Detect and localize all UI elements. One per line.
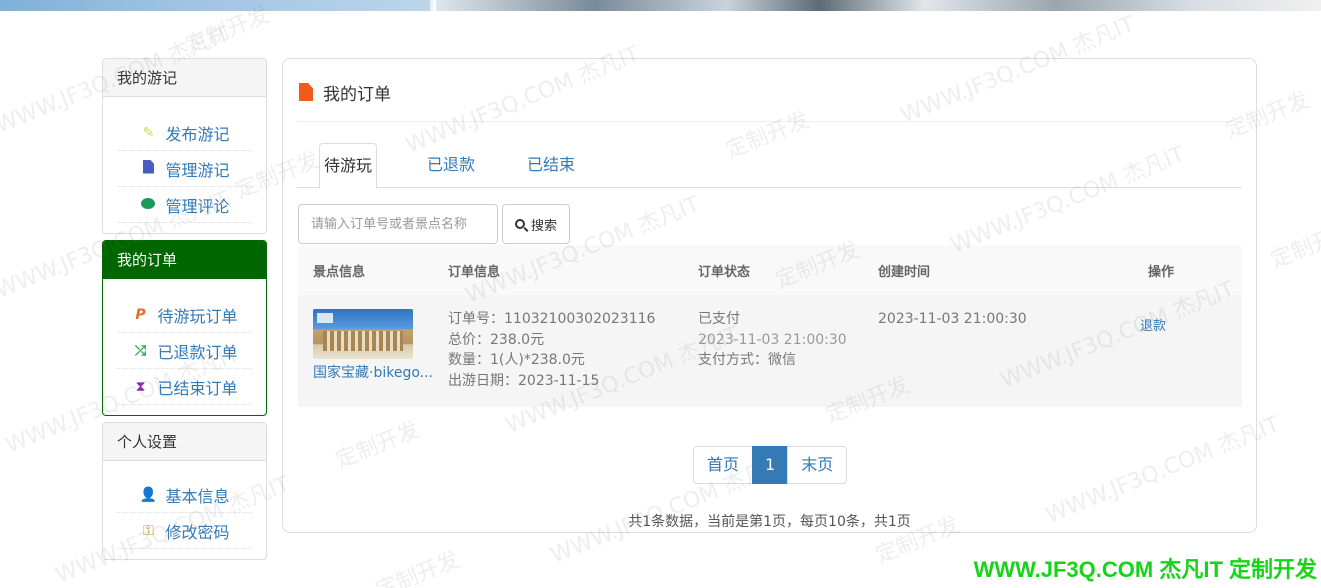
search-input[interactable] <box>298 204 498 244</box>
sidebar-item-change-password[interactable]: ⚿ 修改密码 <box>117 513 252 549</box>
watermark: 定制开发 <box>372 547 464 588</box>
comment-icon <box>139 197 157 213</box>
sidebar-item-label: 发布游记 <box>165 124 230 144</box>
sidebar-item-label: 基本信息 <box>165 486 230 506</box>
spot-cell: 国家宝藏·bikego... <box>298 295 448 407</box>
order-status: 已支付 <box>698 311 740 327</box>
top-banner-strip <box>0 0 1321 11</box>
edit-icon: ✎ <box>142 124 155 141</box>
column-header: 景点信息 <box>313 264 366 280</box>
paid-time: 2023-11-03 21:00:30 <box>698 331 847 348</box>
sidebar: 我的游记 ✎ 发布游记 管理游记 管理评论 我的订单 P 待游玩订单 ⤮ 已退款… <box>102 58 267 566</box>
current-page-button[interactable]: 1 <box>752 446 789 484</box>
paypal-icon: P <box>135 306 146 323</box>
first-page-button[interactable]: 首页 <box>693 446 754 484</box>
column-header: 操作 <box>1148 264 1175 280</box>
search-bar: 搜索 <box>298 204 571 244</box>
order-status-cell: 已支付 2023-11-03 21:00:30 支付方式：微信 <box>698 295 878 407</box>
sidebar-item-label: 已结束订单 <box>157 378 238 398</box>
column-header: 订单状态 <box>698 264 751 280</box>
order-info-cell: 订单号：11032100302023116 总价：238.0元 数量：1(人)*… <box>448 295 698 407</box>
document-icon <box>299 83 313 101</box>
order-total: 总价：238.0元 <box>448 331 545 348</box>
column-header: 创建时间 <box>878 264 931 280</box>
last-page-button[interactable]: 末页 <box>787 446 848 484</box>
key-icon: ⚿ <box>143 522 154 539</box>
table-row: 国家宝藏·bikego... 订单号：11032100302023116 总价：… <box>298 295 1242 407</box>
orders-table: 景点信息 订单信息 订单状态 创建时间 操作 国家宝藏·bikego... 订单… <box>298 245 1242 407</box>
table-header: 景点信息 订单信息 订单状态 创建时间 操作 <box>298 245 1242 295</box>
page-title: 我的订单 <box>299 79 391 105</box>
column-header: 订单信息 <box>448 264 501 280</box>
created-time: 2023-11-03 21:00:30 <box>878 311 1027 327</box>
pagination: 首页 1 末页 <box>693 446 848 484</box>
sidebar-item-finished-orders[interactable]: ⧗ 已结束订单 <box>117 369 252 405</box>
sidebar-item-label: 管理游记 <box>165 160 230 180</box>
document-icon <box>139 159 157 178</box>
divider <box>297 121 1242 122</box>
user-icon: 👤 <box>139 486 158 503</box>
tab-refunded[interactable]: 已退款 <box>403 143 499 188</box>
search-icon <box>515 219 525 229</box>
watermark: 定制开发 <box>1267 217 1321 274</box>
sidebar-item-manage-comments[interactable]: 管理评论 <box>117 187 252 223</box>
refund-link[interactable]: 退款 <box>1130 319 1166 334</box>
order-quantity: 数量：1(人)*238.0元 <box>448 352 585 368</box>
sidebar-item-label: 修改密码 <box>165 522 230 542</box>
sidebar-item-label: 管理评论 <box>165 196 230 216</box>
sidebar-section-title: 我的游记 <box>103 59 266 97</box>
sidebar-section-travelogue: 我的游记 ✎ 发布游记 管理游记 管理评论 <box>102 58 267 234</box>
thumbnail-badge <box>317 313 333 323</box>
action-cell: 退款 <box>1130 295 1242 407</box>
sidebar-item-refunded-orders[interactable]: ⤮ 已退款订单 <box>117 333 252 369</box>
search-button-label: 搜索 <box>531 218 558 234</box>
sidebar-item-label: 待游玩订单 <box>157 306 238 326</box>
spot-thumbnail[interactable] <box>313 309 413 359</box>
sidebar-item-manage-travelogue[interactable]: 管理游记 <box>117 151 252 187</box>
banner-sky <box>0 0 430 11</box>
sidebar-item-label: 已退款订单 <box>157 342 238 362</box>
pagination-summary: 共1条数据，当前是第1页，每页10条，共1页 <box>628 514 911 530</box>
sidebar-section-settings: 个人设置 👤 基本信息 ⚿ 修改密码 <box>102 422 267 560</box>
order-tabs: 待游玩 已退款 已结束 <box>297 143 1242 189</box>
shuffle-icon: ⤮ <box>134 342 147 359</box>
tab-finished[interactable]: 已结束 <box>503 143 599 188</box>
sidebar-section-orders: 我的订单 P 待游玩订单 ⤮ 已退款订单 ⧗ 已结束订单 <box>102 240 267 416</box>
sidebar-item-pending-orders[interactable]: P 待游玩订单 <box>117 297 252 333</box>
pay-method: 支付方式：微信 <box>698 352 796 368</box>
thumbnail-building <box>323 331 403 351</box>
sidebar-item-publish[interactable]: ✎ 发布游记 <box>117 115 252 151</box>
spot-name-link[interactable]: 国家宝藏·bikego... <box>313 362 438 382</box>
tab-pending[interactable]: 待游玩 <box>319 143 378 189</box>
page-title-text: 我的订单 <box>323 84 391 105</box>
search-button[interactable]: 搜索 <box>502 204 571 244</box>
brand-watermark: WWW.JF3Q.COM 杰凡IT 定制开发 <box>973 557 1317 582</box>
sidebar-section-title: 个人设置 <box>103 423 266 461</box>
travel-date: 出游日期：2023-11-15 <box>448 372 600 389</box>
hourglass-icon: ⧗ <box>135 378 146 395</box>
order-number: 订单号：11032100302023116 <box>448 311 656 327</box>
orders-panel: 我的订单 待游玩 已退款 已结束 搜索 景点信息 订单信息 订单状态 创建时间 … <box>282 58 1257 533</box>
created-time-cell: 2023-11-03 21:00:30 <box>878 295 1130 407</box>
sidebar-item-basic-info[interactable]: 👤 基本信息 <box>117 477 252 513</box>
sidebar-section-title[interactable]: 我的订单 <box>103 241 266 279</box>
